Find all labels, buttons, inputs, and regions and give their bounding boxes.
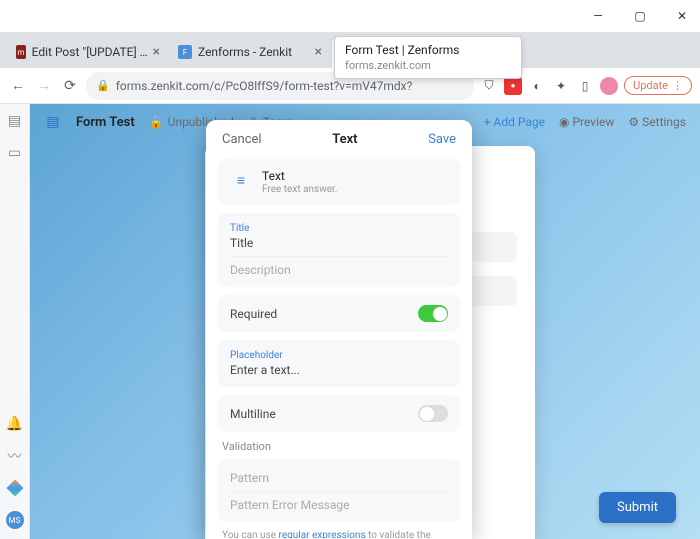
description-input[interactable]: Description	[230, 263, 448, 277]
tab-title: Edit Post "[UPDATE] 6 Free Altern	[32, 45, 153, 59]
browser-tab[interactable]: m Edit Post "[UPDATE] 6 Free Altern ×	[8, 36, 168, 68]
forward-button[interactable]: →	[34, 76, 54, 96]
tab-title: Zenforms - Zenkit	[198, 45, 292, 59]
pattern-input[interactable]: Pattern	[230, 471, 448, 485]
browser-tab[interactable]: F Zenforms - Zenkit ×	[170, 36, 330, 68]
validation-section-label: Validation	[222, 440, 456, 453]
window-minimize-button[interactable]: —	[584, 2, 612, 30]
field-type-desc: Free text answer.	[262, 184, 337, 195]
favicon-icon: F	[178, 45, 192, 59]
profile-avatar[interactable]	[600, 77, 618, 95]
title-label: Title	[230, 223, 448, 234]
placeholder-label: Placeholder	[230, 350, 448, 361]
field-settings-modal: Cancel Text Save ≡ Text Free text answer…	[206, 120, 472, 539]
pattern-error-input[interactable]: Pattern Error Message	[230, 498, 448, 512]
save-button[interactable]: Save	[428, 132, 456, 147]
field-type-card[interactable]: ≡ Text Free text answer.	[218, 159, 460, 205]
form-title[interactable]: Form Test	[76, 115, 135, 130]
lock-icon: 🔒	[149, 115, 164, 129]
plus-icon: +	[484, 115, 491, 129]
app-left-rail: ▤ ▭ 🔔 〰 MS	[0, 104, 30, 539]
required-row: Required	[218, 295, 460, 332]
modal-title: Text	[332, 132, 357, 147]
multiline-row: Multiline	[218, 395, 460, 432]
url-text: forms.zenkit.com/c/PcO8lffS9/form-test?v…	[116, 79, 413, 93]
folder-icon[interactable]: ▭	[6, 144, 24, 162]
apps-icon[interactable]	[6, 479, 24, 497]
window-maximize-button[interactable]: ▢	[626, 2, 654, 30]
required-label: Required	[230, 307, 277, 321]
form-icon: ▤	[44, 113, 62, 131]
bell-icon[interactable]: 🔔	[6, 415, 24, 433]
gear-icon: ⚙	[628, 115, 639, 129]
placeholder-card: Placeholder Enter a text...	[218, 340, 460, 387]
ext-icon[interactable]: ◐	[528, 77, 546, 95]
pattern-card: Pattern Pattern Error Message	[218, 459, 460, 522]
cancel-button[interactable]: Cancel	[222, 132, 262, 147]
window-titlebar: — ▢ ✕	[0, 0, 700, 32]
bookmark-icon[interactable]: ▯	[576, 77, 594, 95]
submit-button[interactable]: Submit	[599, 492, 676, 523]
validation-hint: You can use regular expressions to valid…	[222, 530, 456, 538]
preview-button[interactable]: ◉Preview	[559, 115, 614, 129]
eye-icon: ◉	[559, 115, 569, 129]
user-avatar[interactable]: MS	[6, 511, 24, 529]
ext-icon[interactable]: ●	[504, 77, 522, 95]
window-close-button[interactable]: ✕	[668, 2, 696, 30]
tab-tooltip: Form Test | Zenforms forms.zenkit.com	[334, 36, 522, 79]
favicon-icon: m	[16, 45, 26, 59]
multiline-label: Multiline	[230, 407, 276, 421]
update-button[interactable]: Update⋮	[624, 76, 692, 95]
close-icon[interactable]: ×	[153, 44, 160, 60]
add-page-button[interactable]: +Add Page	[484, 115, 545, 129]
placeholder-input[interactable]: Enter a text...	[230, 363, 448, 377]
multiline-toggle[interactable]	[418, 405, 448, 422]
required-toggle[interactable]	[418, 305, 448, 322]
tooltip-title: Form Test | Zenforms	[345, 43, 511, 57]
forms-icon[interactable]: ▤	[6, 112, 24, 130]
modal-header: Cancel Text Save	[206, 120, 472, 159]
activity-icon[interactable]: 〰	[6, 447, 24, 465]
modal-body: ≡ Text Free text answer. Title Title Des…	[206, 159, 472, 538]
shield-icon[interactable]: ⛉	[480, 77, 498, 95]
field-type-name: Text	[262, 169, 337, 183]
close-icon[interactable]: ×	[315, 44, 322, 60]
tooltip-subtitle: forms.zenkit.com	[345, 59, 511, 72]
title-input[interactable]: Title	[230, 236, 448, 250]
lock-icon: 🔒	[96, 79, 110, 92]
reload-button[interactable]: ⟳	[60, 76, 80, 96]
regex-link[interactable]: regular expressions	[279, 530, 366, 538]
back-button[interactable]: ←	[8, 76, 28, 96]
extensions-icon[interactable]: ✦	[552, 77, 570, 95]
settings-button[interactable]: ⚙Settings	[628, 115, 686, 129]
field-title-card: Title Title Description	[218, 213, 460, 287]
text-icon: ≡	[230, 169, 252, 191]
